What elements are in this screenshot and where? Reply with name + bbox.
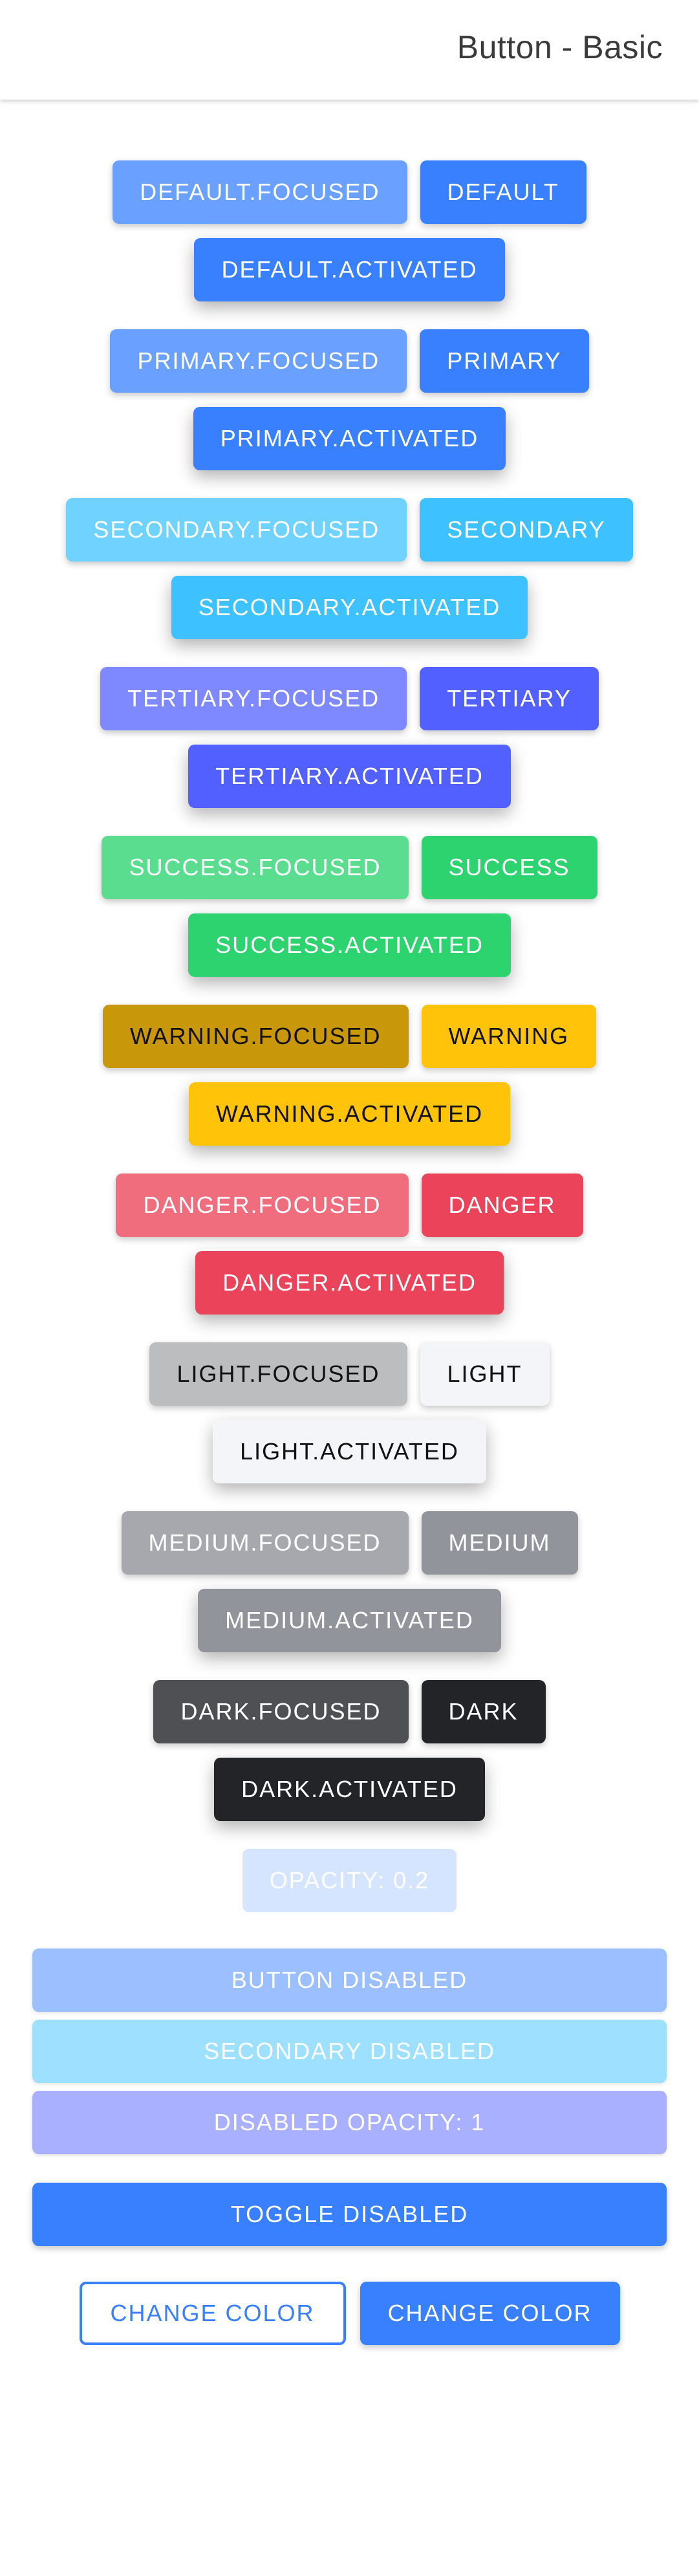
- danger-group: DANGER.FOCUSED DANGER DANGER.ACTIVATED: [0, 1173, 699, 1315]
- warning-group: WARNING.FOCUSED WARNING WARNING.ACTIVATE…: [0, 1005, 699, 1146]
- change-color-solid-button[interactable]: CHANGE COLOR: [360, 2282, 620, 2345]
- primary-focused-button[interactable]: PRIMARY.FOCUSED: [110, 329, 407, 393]
- medium-activated-button[interactable]: MEDIUM.ACTIVATED: [198, 1589, 501, 1652]
- toolbar: Button - Basic: [0, 0, 699, 100]
- button-disabled: BUTTON DISABLED: [32, 1948, 667, 2012]
- opacity-button[interactable]: OPACITY: 0.2: [242, 1849, 457, 1912]
- tertiary-focused-button[interactable]: TERTIARY.FOCUSED: [100, 667, 407, 730]
- secondary-disabled-button: SECONDARY DISABLED: [32, 2020, 667, 2083]
- dark-button[interactable]: DARK: [421, 1680, 546, 1743]
- primary-button[interactable]: PRIMARY: [420, 329, 589, 393]
- toggle-disabled-button[interactable]: TOGGLE DISABLED: [32, 2183, 667, 2246]
- danger-button[interactable]: DANGER: [421, 1173, 583, 1237]
- medium-focused-button[interactable]: MEDIUM.FOCUSED: [121, 1511, 409, 1575]
- medium-button[interactable]: MEDIUM: [421, 1511, 578, 1575]
- warning-focused-button[interactable]: WARNING.FOCUSED: [102, 1005, 409, 1068]
- tertiary-button[interactable]: TERTIARY: [420, 667, 599, 730]
- success-focused-button[interactable]: SUCCESS.FOCUSED: [102, 836, 409, 899]
- tertiary-group: TERTIARY.FOCUSED TERTIARY TERTIARY.ACTIV…: [0, 667, 699, 808]
- secondary-group: SECONDARY.FOCUSED SECONDARY SECONDARY.AC…: [0, 498, 699, 639]
- change-color-outline-button[interactable]: CHANGE COLOR: [79, 2282, 346, 2345]
- default-focused-button[interactable]: DEFAULT.FOCUSED: [113, 160, 407, 224]
- danger-focused-button[interactable]: DANGER.FOCUSED: [116, 1173, 409, 1237]
- warning-button[interactable]: WARNING: [421, 1005, 597, 1068]
- medium-group: MEDIUM.FOCUSED MEDIUM MEDIUM.ACTIVATED: [0, 1511, 699, 1652]
- light-group: LIGHT.FOCUSED LIGHT LIGHT.ACTIVATED: [0, 1342, 699, 1483]
- warning-activated-button[interactable]: WARNING.ACTIVATED: [188, 1082, 511, 1146]
- default-group: DEFAULT.FOCUSED DEFAULT DEFAULT.ACTIVATE…: [0, 160, 699, 301]
- dark-focused-button[interactable]: DARK.FOCUSED: [153, 1680, 409, 1743]
- success-activated-button[interactable]: SUCCESS.ACTIVATED: [188, 913, 511, 977]
- dark-activated-button[interactable]: DARK.ACTIVATED: [214, 1758, 485, 1821]
- light-button[interactable]: LIGHT: [420, 1342, 550, 1406]
- light-activated-button[interactable]: LIGHT.ACTIVATED: [213, 1420, 486, 1483]
- danger-activated-button[interactable]: DANGER.ACTIVATED: [195, 1251, 504, 1315]
- default-activated-button[interactable]: DEFAULT.ACTIVATED: [194, 238, 505, 301]
- disabled-opacity-button: DISABLED OPACITY: 1: [32, 2091, 667, 2154]
- tertiary-activated-button[interactable]: TERTIARY.ACTIVATED: [188, 745, 511, 808]
- success-button[interactable]: SUCCESS: [421, 836, 597, 899]
- primary-group: PRIMARY.FOCUSED PRIMARY PRIMARY.ACTIVATE…: [0, 329, 699, 470]
- dark-group: DARK.FOCUSED DARK DARK.ACTIVATED: [0, 1680, 699, 1821]
- light-focused-button[interactable]: LIGHT.FOCUSED: [149, 1342, 407, 1406]
- secondary-activated-button[interactable]: SECONDARY.ACTIVATED: [171, 576, 528, 639]
- secondary-button[interactable]: SECONDARY: [420, 498, 633, 562]
- primary-activated-button[interactable]: PRIMARY.ACTIVATED: [193, 407, 506, 470]
- secondary-focused-button[interactable]: SECONDARY.FOCUSED: [66, 498, 407, 562]
- page-title: Button - Basic: [457, 29, 663, 65]
- success-group: SUCCESS.FOCUSED SUCCESS SUCCESS.ACTIVATE…: [0, 836, 699, 977]
- default-button[interactable]: DEFAULT: [420, 160, 586, 224]
- content: DEFAULT.FOCUSED DEFAULT DEFAULT.ACTIVATE…: [0, 100, 699, 2345]
